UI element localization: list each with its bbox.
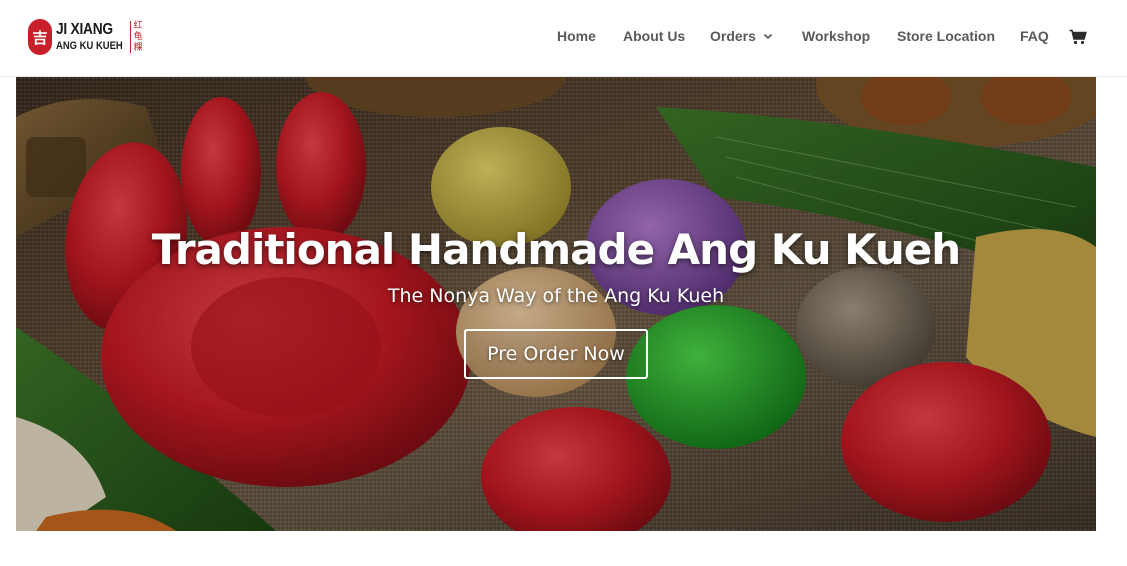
logo-chinese-char: 龟 bbox=[133, 31, 143, 42]
logo-wordmark: JI XIANG ANG KU KUEH bbox=[56, 22, 134, 52]
hero-subtitle: The Nonya Way of the Ang Ku Kueh bbox=[387, 285, 725, 307]
hero-title: Traditional Handmade Ang Ku Kueh bbox=[151, 225, 961, 274]
logo-line2: ANG KU KUEH bbox=[56, 40, 123, 52]
site-logo[interactable]: 吉 JI XIANG ANG KU KUEH 红 龟 粿 bbox=[28, 18, 143, 56]
nav-item-workshop[interactable]: Workshop bbox=[802, 28, 870, 44]
nav-item-orders[interactable]: Orders bbox=[710, 28, 774, 44]
logo-seal-char: 吉 bbox=[32, 28, 48, 47]
pre-order-button[interactable]: Pre Order Now bbox=[464, 329, 648, 379]
logo-divider bbox=[129, 21, 131, 53]
site-header: 吉 JI XIANG ANG KU KUEH 红 龟 粿 Home About … bbox=[0, 0, 1127, 77]
logo-seal: 吉 bbox=[28, 19, 52, 55]
nav-item-faq[interactable]: FAQ bbox=[1020, 28, 1049, 44]
logo-line1: JI XIANG bbox=[56, 21, 113, 38]
nav-item-store-location[interactable]: Store Location bbox=[897, 28, 995, 44]
nav-item-about-us[interactable]: About Us bbox=[623, 28, 685, 44]
logo-chinese: 红 龟 粿 bbox=[134, 21, 143, 54]
logo-chinese-char: 粿 bbox=[133, 42, 143, 53]
logo-chinese-char: 红 bbox=[133, 20, 143, 31]
nav-item-orders-label: Orders bbox=[710, 28, 756, 44]
hero-banner: Traditional Handmade Ang Ku Kueh The Non… bbox=[16, 77, 1096, 531]
chevron-down-icon bbox=[763, 33, 773, 40]
cart-icon[interactable] bbox=[1069, 29, 1087, 45]
nav-item-home[interactable]: Home bbox=[557, 28, 596, 44]
